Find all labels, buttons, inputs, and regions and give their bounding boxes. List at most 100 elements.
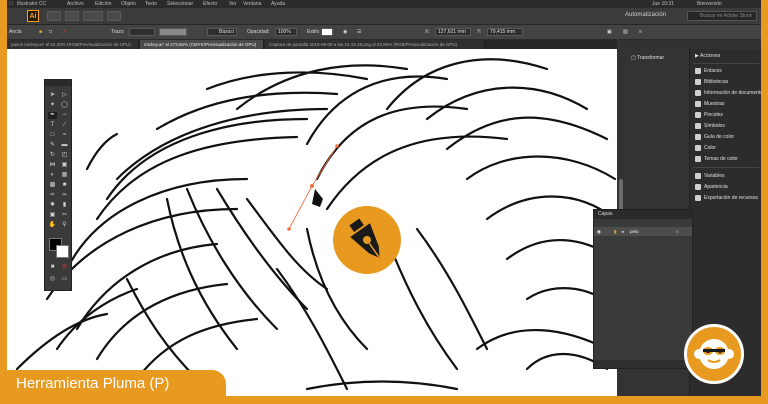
free-transform-tool-icon[interactable]: ▣ [60, 162, 69, 169]
style-label: Estilo [307, 29, 320, 35]
workspace-switcher[interactable]: Automatización [625, 12, 666, 18]
pen-tool-icon[interactable]: ✒ [48, 112, 57, 119]
graphic-style-swatch[interactable] [321, 28, 333, 36]
rectangle-tool-icon[interactable]: □ [48, 132, 57, 139]
libraries-icon [695, 79, 701, 85]
menu-item-texto[interactable]: Texto [145, 0, 157, 8]
panel-document-info-label: Información de documento [704, 90, 761, 96]
menu-item-ver[interactable]: Ver [229, 0, 237, 8]
arrange-documents-button[interactable] [83, 11, 103, 21]
y-label: Y: [477, 29, 482, 35]
stock-button[interactable] [65, 11, 79, 21]
rotate-tool-icon[interactable]: ↻ [48, 152, 57, 159]
eraser-tool-icon[interactable]: ▬ [60, 142, 69, 149]
lasso-tool-icon[interactable]: ◯ [60, 102, 69, 109]
opacity-label: Opacidad: [247, 29, 270, 35]
panel-transform[interactable]: ▢ Transformar [631, 55, 664, 61]
scale-tool-icon[interactable]: ◰ [60, 152, 69, 159]
width-tool-icon[interactable]: ⋈ [48, 162, 57, 169]
perspective-tool-icon[interactable]: ▦ [60, 172, 69, 179]
symbol-sprayer-tool-icon[interactable]: ✸ [48, 202, 57, 209]
menu-item-ayuda[interactable]: Ayuda [271, 0, 285, 8]
panel-actions[interactable]: ▶ Acciones [695, 53, 720, 59]
control-bar: Ancla ■ □ ╱ Trazo Básico Opacidad: 100% … [7, 25, 761, 40]
layer-name[interactable]: pelo [630, 227, 639, 236]
target-icon[interactable]: ○ [676, 227, 679, 236]
line-tool-icon[interactable]: ∕ [60, 122, 69, 129]
layer-row[interactable]: ◉ ▮ ▸ pelo ○ [594, 227, 692, 236]
hair-artwork [15, 58, 617, 391]
mesh-tool-icon[interactable]: ▩ [48, 182, 57, 189]
graph-tool-icon[interactable]: ▮ [60, 202, 69, 209]
recolor-icon[interactable]: ◉ [343, 25, 347, 39]
y-position-field[interactable]: 79,415 mm [487, 28, 523, 36]
apple-icon[interactable]:  [9, 0, 13, 8]
direct-selection-tool-icon[interactable]: ▷ [60, 92, 69, 99]
layers-panel-title[interactable]: Capas [594, 210, 692, 219]
variable-width-profile[interactable] [159, 28, 187, 36]
bridge-button[interactable] [47, 11, 61, 21]
x-position-field[interactable]: 127,621 mm [435, 28, 471, 36]
eyedropper-tool-icon[interactable]: ✑ [48, 192, 57, 199]
monkey-face-icon [694, 339, 734, 369]
menu-item-edicion[interactable]: Edición [95, 0, 111, 8]
opacity-field[interactable]: 100% [275, 28, 297, 36]
panel-menu-icon[interactable]: ≡ [639, 25, 642, 39]
gradient-tool-icon[interactable]: ■ [60, 182, 69, 189]
expand-arrow-icon[interactable]: ▸ [622, 227, 624, 236]
type-tool-icon[interactable]: T [48, 122, 57, 129]
panel-links-label: Enlaces [704, 68, 722, 74]
screen-mode-icon[interactable]: ▭ [60, 276, 69, 283]
panel-variables-label: Variables [704, 173, 725, 179]
stock-search-input[interactable]: Buscar en Adobe Stock [687, 11, 757, 21]
panel-libraries-label: Bibliotecas [704, 79, 729, 85]
visibility-eye-icon[interactable]: ◉ [597, 227, 601, 236]
brush-definition-dropdown[interactable]: Básico [207, 28, 237, 36]
pen-tool-badge [333, 206, 401, 274]
tools-panel-header[interactable] [45, 80, 71, 86]
curvature-tool-icon[interactable]: ∽ [60, 112, 69, 119]
isolate-icon[interactable]: ▧ [623, 25, 628, 39]
clock: Jue 10:31 [652, 1, 674, 7]
transform-icon[interactable]: ▣ [607, 25, 612, 39]
blend-tool-icon[interactable]: ∞ [60, 192, 69, 199]
artboard-canvas[interactable] [7, 49, 617, 396]
shaper-tool-icon[interactable]: ✎ [48, 142, 57, 149]
color-mode-icon[interactable]: ■ [48, 264, 57, 271]
selection-tool-icon[interactable]: ➤ [48, 92, 57, 99]
align-icon[interactable]: ☰ [357, 25, 361, 39]
menu-item-archivo[interactable]: Archivo [67, 0, 84, 8]
magic-wand-tool-icon[interactable]: ✦ [48, 102, 57, 109]
gpu-button[interactable] [107, 11, 121, 21]
none-mode-icon[interactable]: ⊘ [60, 264, 69, 271]
tab-mickey[interactable]: mickey.ai* al 273,56% (CMYK/Previsualiza… [140, 40, 264, 49]
draw-mode-icon[interactable]: ◎ [48, 276, 57, 283]
tab-pasos-mickey[interactable]: pasos mickey.ai* al 53,33% (RGB/Previsua… [7, 40, 139, 49]
menu-item-seleccionar[interactable]: Seleccionar [167, 0, 193, 8]
menu-item-app[interactable]: Illustrator CC [17, 0, 46, 8]
color-guide-icon [695, 134, 701, 140]
menu-item-efecto[interactable]: Efecto [203, 0, 217, 8]
layers-panel: Capas ◉ ▮ ▸ pelo ○ [593, 209, 693, 369]
user-name[interactable]: Bienvenido [697, 0, 722, 8]
stroke-weight-field[interactable] [129, 28, 155, 36]
stroke-color-swatch[interactable] [56, 245, 69, 258]
paintbrush-tool-icon[interactable]: ≈ [60, 132, 69, 139]
stroke-swatch-icon[interactable]: □ [49, 25, 52, 39]
brushes-icon [695, 112, 701, 118]
menu-item-objeto[interactable]: Objeto [121, 0, 136, 8]
shape-builder-tool-icon[interactable]: ◐ [48, 172, 57, 179]
orange-frame:  Illustrator CC Archivo Edición Objeto … [0, 0, 768, 404]
slice-tool-icon[interactable]: ✂ [60, 212, 69, 219]
no-fill-icon[interactable]: ╱ [63, 25, 66, 39]
hand-tool-icon[interactable]: ✋ [48, 222, 57, 229]
menu-item-ventana[interactable]: Ventana [243, 0, 261, 8]
artboard-tool-icon[interactable]: ▣ [48, 212, 57, 219]
panel-appearance-label: Apariencia [704, 184, 728, 190]
zoom-tool-icon[interactable]: ⚲ [60, 222, 69, 229]
panel-color-guide-label: Guía de color [704, 134, 735, 140]
links-icon [695, 68, 701, 74]
divider [693, 63, 759, 64]
fill-swatch-icon[interactable]: ■ [39, 25, 42, 39]
tab-captura[interactable]: Captura de pantalla 2018-08-09 a las 16.… [265, 40, 485, 49]
